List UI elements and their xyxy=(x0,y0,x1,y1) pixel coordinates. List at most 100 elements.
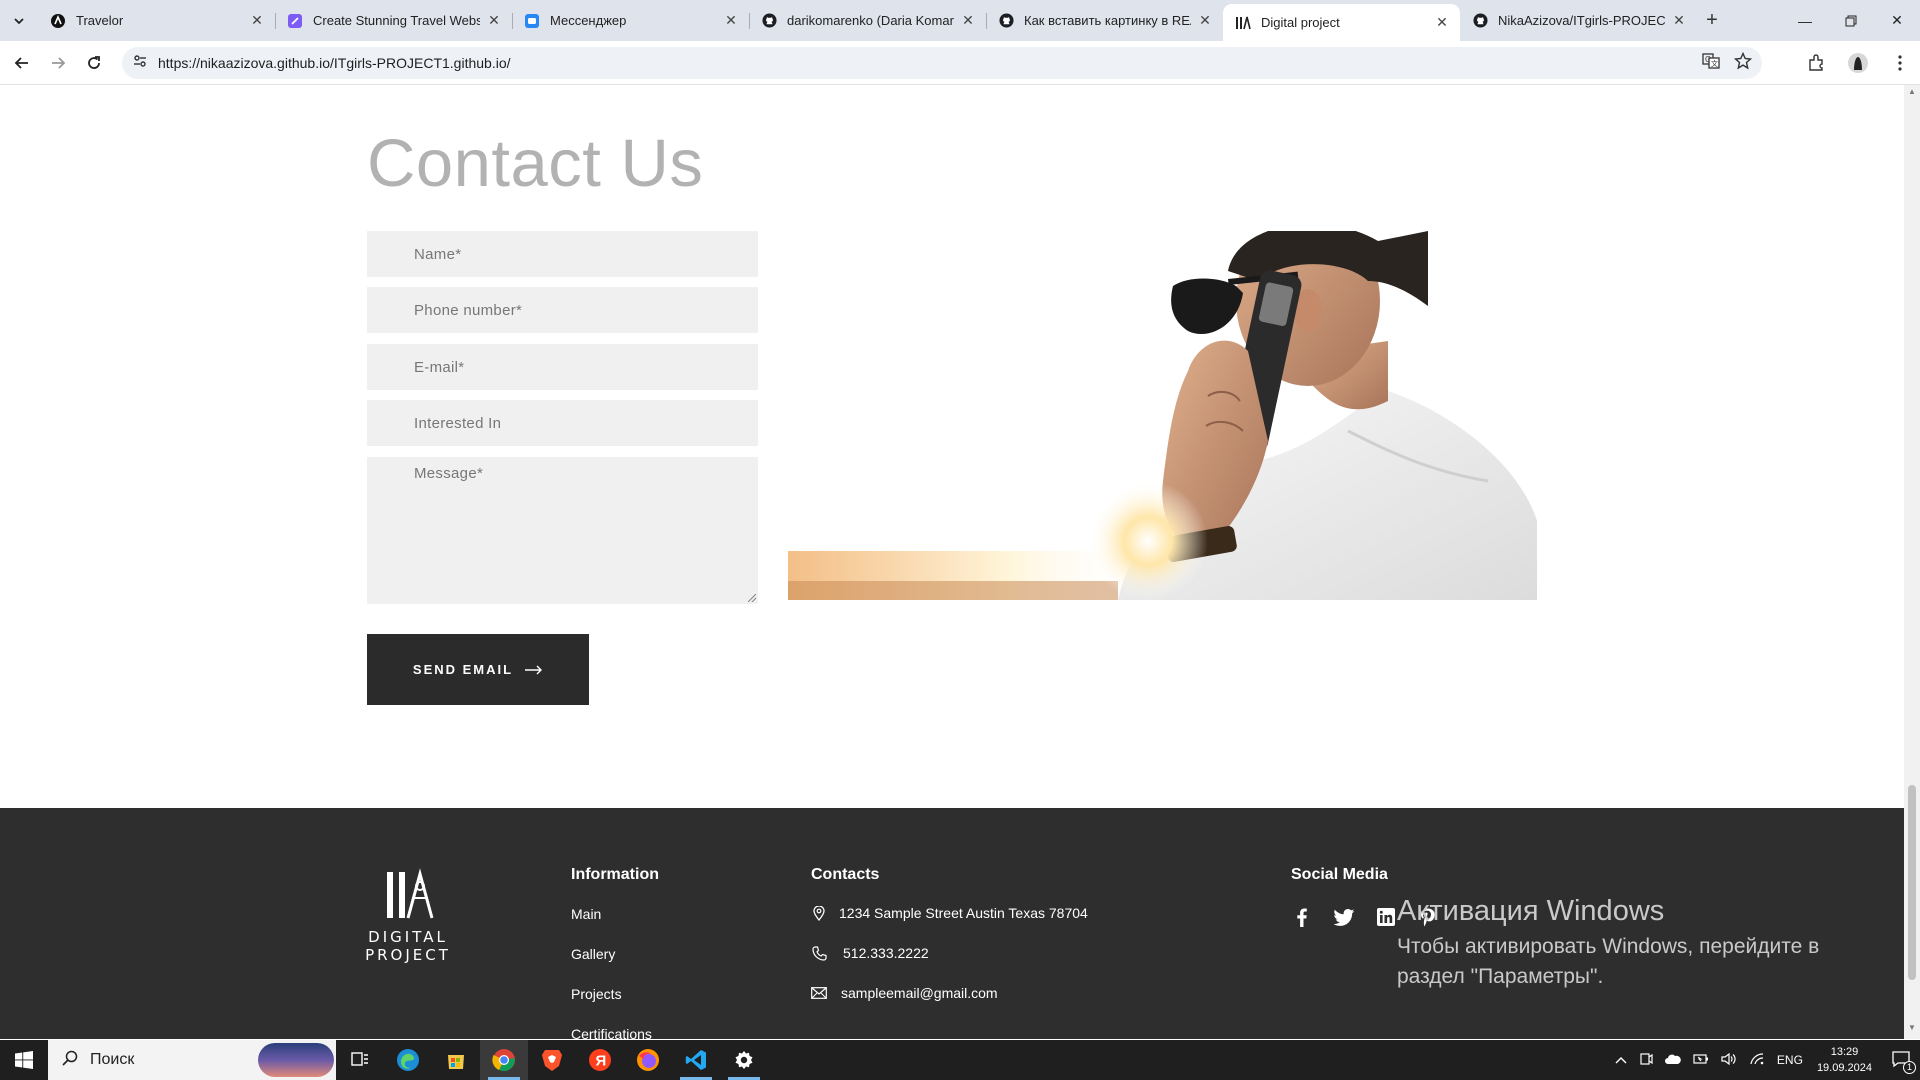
close-icon[interactable]: ✕ xyxy=(1434,14,1450,31)
email-placeholder: E-mail* xyxy=(414,358,465,376)
tab-messenger[interactable]: Мессенджер ✕ xyxy=(512,4,749,37)
tab-readme-image[interactable]: Как вставить картинку в READ ✕ xyxy=(986,4,1223,37)
extensions-icon[interactable] xyxy=(1802,45,1830,81)
email-field[interactable]: E-mail* xyxy=(367,344,758,390)
interest-field[interactable]: Interested In xyxy=(367,400,758,446)
phone-field[interactable]: Phone number* xyxy=(367,287,758,333)
close-icon[interactable]: ✕ xyxy=(1197,12,1213,29)
microsoft-store-icon[interactable] xyxy=(432,1040,480,1080)
chrome-icon[interactable] xyxy=(480,1040,528,1080)
onedrive-cloud-icon[interactable] xyxy=(1664,1053,1681,1067)
settings-gear-icon[interactable] xyxy=(720,1040,768,1080)
tab-title: NikaAzizova/ITgirls-PROJECT1.c xyxy=(1498,13,1665,28)
activation-line-2: раздел "Параметры". xyxy=(1397,965,1604,988)
scroll-down-icon[interactable]: ▼ xyxy=(1904,1023,1920,1037)
close-icon[interactable]: ✕ xyxy=(249,12,265,29)
close-icon[interactable]: ✕ xyxy=(1671,12,1687,29)
send-email-button[interactable]: SEND EMAIL xyxy=(367,634,589,705)
footer-link-projects[interactable]: Projects xyxy=(571,986,622,1002)
close-window-icon[interactable]: ✕ xyxy=(1874,0,1920,41)
tab-title: Create Stunning Travel Website xyxy=(313,13,480,28)
name-field[interactable]: Name* xyxy=(367,231,758,277)
contact-heading: Contact Us xyxy=(367,126,704,201)
edge-icon[interactable] xyxy=(384,1040,432,1080)
digital-project-icon xyxy=(1235,15,1251,31)
svg-text:Я: Я xyxy=(596,1053,607,1070)
clock[interactable]: 13:29 19.09.2024 xyxy=(1817,1044,1872,1076)
facebook-icon[interactable] xyxy=(1291,906,1313,928)
tab-title: Мессенджер xyxy=(550,13,627,28)
bookmark-star-icon[interactable] xyxy=(1733,51,1753,75)
clock-date: 19.09.2024 xyxy=(1816,1062,1872,1074)
notifications-icon[interactable]: 1 xyxy=(1892,1050,1916,1074)
tab-travelor[interactable]: Travelor ✕ xyxy=(38,4,275,37)
message-placeholder: Message* xyxy=(414,465,484,482)
minimize-icon[interactable]: — xyxy=(1782,0,1828,41)
translate-icon[interactable]: G文 xyxy=(1702,52,1720,75)
profile-avatar[interactable] xyxy=(1844,45,1872,81)
yandex-browser-icon[interactable]: Я xyxy=(576,1040,624,1080)
language-indicator[interactable]: ENG xyxy=(1777,1053,1803,1067)
taskbar-search[interactable]: Поиск xyxy=(48,1040,336,1080)
envelope-icon xyxy=(811,985,827,1001)
message-field[interactable]: Message* xyxy=(367,457,758,604)
forward-icon[interactable] xyxy=(40,45,76,81)
volume-icon[interactable] xyxy=(1721,1052,1737,1068)
social-media-title: Social Media xyxy=(1291,866,1388,883)
scrollbar-thumb[interactable] xyxy=(1908,785,1916,980)
activation-title: Активация Windows xyxy=(1397,895,1665,927)
url-text[interactable]: https://nikaazizova.github.io/ITgirls-PR… xyxy=(158,55,511,71)
site-info-icon[interactable] xyxy=(132,53,148,74)
tab-darikomarenko[interactable]: darikomarenko (Daria Komaren ✕ xyxy=(749,4,986,37)
tab-create-travel-website[interactable]: Create Stunning Travel Website ✕ xyxy=(275,4,512,37)
scroll-up-icon[interactable]: ▲ xyxy=(1904,87,1920,101)
firefox-icon[interactable] xyxy=(624,1040,672,1080)
tab-nikaazizova-repo[interactable]: NikaAzizova/ITgirls-PROJECT1.c ✕ xyxy=(1460,4,1697,37)
chevron-up-icon[interactable] xyxy=(1615,1053,1627,1067)
contact-phone: 512.333.2222 xyxy=(811,945,929,961)
footer-link-gallery[interactable]: Gallery xyxy=(571,946,615,962)
activation-line-1: Чтобы активировать Windows, перейдите в xyxy=(1397,935,1820,958)
footer-link-main[interactable]: Main xyxy=(571,906,601,922)
task-view-icon[interactable] xyxy=(336,1040,384,1080)
github-icon xyxy=(1472,13,1488,29)
footer-link-certifications[interactable]: Certifications xyxy=(571,1026,652,1039)
tab-search-button[interactable] xyxy=(0,0,38,41)
contacts-title: Contacts xyxy=(811,866,880,883)
tab-digital-project[interactable]: Digital project ✕ xyxy=(1223,4,1460,41)
wifi-icon[interactable] xyxy=(1749,1052,1765,1068)
back-icon[interactable] xyxy=(4,45,40,81)
send-email-label: SEND EMAIL xyxy=(412,662,514,677)
new-tab-button[interactable]: + xyxy=(1697,4,1727,37)
meet-now-icon[interactable] xyxy=(1639,1052,1653,1069)
twitter-icon[interactable] xyxy=(1333,906,1355,928)
vscode-icon[interactable] xyxy=(672,1040,720,1080)
clock-time: 13:29 xyxy=(1830,1046,1859,1058)
menu-kebab-icon[interactable] xyxy=(1886,45,1914,81)
close-icon[interactable]: ✕ xyxy=(960,12,976,29)
tab-strip: Travelor ✕ Create Stunning Travel Websit… xyxy=(0,0,1920,41)
logo-text: DIGITAL PROJECT xyxy=(365,928,451,964)
windows-logo-icon xyxy=(15,1051,33,1069)
github-icon xyxy=(761,13,777,29)
information-title: Information xyxy=(571,866,659,883)
contact-photo xyxy=(788,231,1537,600)
restore-icon[interactable] xyxy=(1828,0,1874,41)
email-text[interactable]: sampleemail@gmail.com xyxy=(841,985,998,1001)
page-scrollbar[interactable]: ▲ ▼ xyxy=(1904,85,1920,1039)
battery-icon[interactable] xyxy=(1693,1053,1709,1067)
close-icon[interactable]: ✕ xyxy=(723,12,739,29)
address-bar[interactable]: https://nikaazizova.github.io/ITgirls-PR… xyxy=(122,47,1762,79)
reload-icon[interactable] xyxy=(76,45,112,81)
brave-icon[interactable] xyxy=(528,1040,576,1080)
resize-handle-icon[interactable] xyxy=(748,594,756,602)
linkedin-icon[interactable] xyxy=(1375,906,1397,928)
tab-title: darikomarenko (Daria Komaren xyxy=(787,13,954,28)
map-pin-icon xyxy=(811,905,827,921)
close-icon[interactable]: ✕ xyxy=(486,12,502,29)
phone-text[interactable]: 512.333.2222 xyxy=(843,945,929,961)
contact-email: sampleemail@gmail.com xyxy=(811,985,998,1001)
messenger-icon xyxy=(524,13,540,29)
footer-logo[interactable]: DIGITAL PROJECT xyxy=(348,868,468,964)
start-button[interactable] xyxy=(0,1040,48,1080)
